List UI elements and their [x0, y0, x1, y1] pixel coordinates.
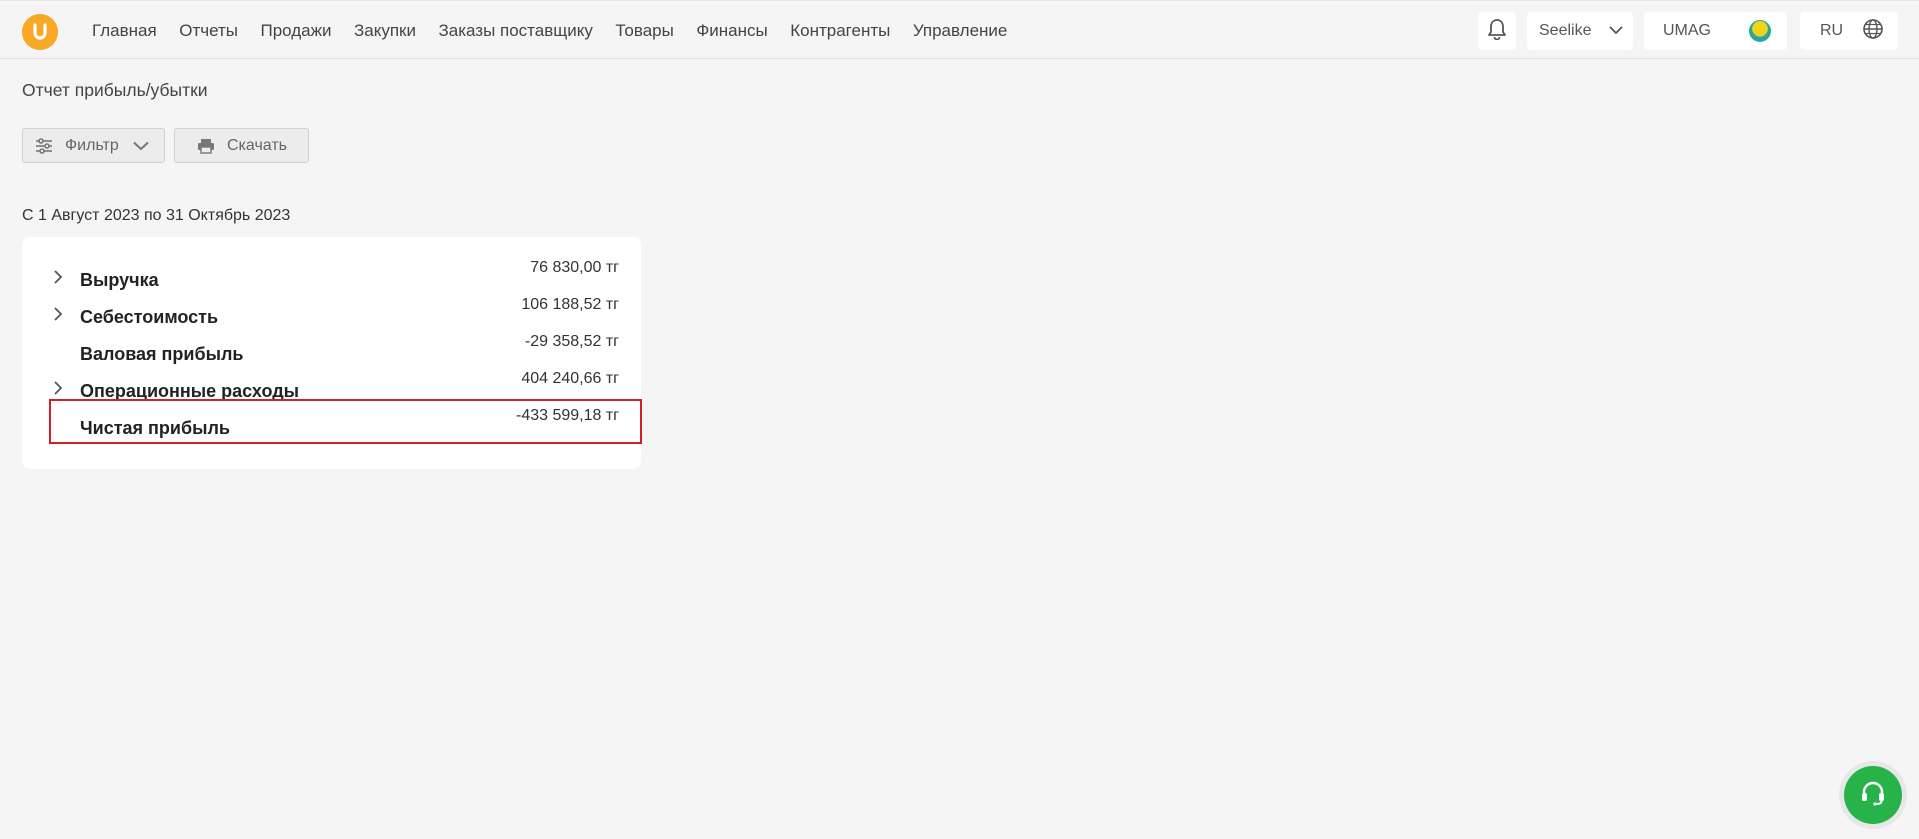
- chevron-down-icon: [133, 141, 149, 151]
- report-row-value: 106 188,52 тг: [521, 296, 619, 313]
- support-chat-button[interactable]: [1844, 766, 1902, 824]
- shop-selector[interactable]: UMAG: [1644, 12, 1787, 50]
- report-row-value: -29 358,52 тг: [524, 333, 619, 350]
- filter-icon: [35, 137, 53, 155]
- notifications-button[interactable]: [1478, 12, 1516, 50]
- nav-item-management[interactable]: Управление: [913, 21, 1008, 41]
- headset-icon: [1858, 778, 1888, 813]
- chevron-down-icon: [1609, 22, 1623, 40]
- nav-item-finance[interactable]: Финансы: [696, 21, 767, 41]
- profit-loss-card: Выручка 76 830,00 тг Себестоимость 106 1…: [22, 237, 641, 469]
- report-row-label: Чистая прибыль: [80, 418, 230, 438]
- company-selector[interactable]: Seelike: [1527, 12, 1633, 50]
- report-row-value: 404 240,66 тг: [521, 370, 619, 387]
- nav-item-purchases[interactable]: Закупки: [354, 21, 416, 41]
- report-row-value: 76 830,00 тг: [530, 259, 619, 276]
- report-row-label: Валовая прибыль: [80, 344, 244, 364]
- report-row-gross-profit: Валовая прибыль -29 358,52 тг: [22, 333, 641, 370]
- report-row-label: Операционные расходы: [80, 381, 300, 401]
- chevron-right-icon[interactable]: [50, 380, 66, 396]
- report-row-label: Выручка: [80, 270, 159, 290]
- report-period: С 1 Август 2023 по 31 Октябрь 2023: [22, 207, 291, 224]
- logo-icon[interactable]: [22, 14, 58, 50]
- shop-name: UMAG: [1663, 22, 1711, 39]
- report-row-label: Себестоимость: [80, 307, 219, 327]
- download-label: Скачать: [227, 136, 287, 154]
- printer-icon: [197, 138, 215, 154]
- chevron-right-icon[interactable]: [50, 269, 66, 285]
- report-row-operating-expenses[interactable]: Операционные расходы 404 240,66 тг: [22, 370, 641, 407]
- company-name: Seelike: [1539, 22, 1592, 39]
- main-nav: Главная Отчеты Продажи Закупки Заказы по…: [92, 1, 1007, 60]
- report-row-net-profit: Чистая прибыль -433 599,18 тг: [22, 407, 641, 444]
- language-selector[interactable]: RU: [1800, 12, 1898, 50]
- report-row-value: -433 599,18 тг: [515, 407, 619, 424]
- nav-item-counterparties[interactable]: Контрагенты: [790, 21, 890, 41]
- page-title: Отчет прибыль/убытки: [22, 80, 208, 100]
- filter-button[interactable]: Фильтр: [22, 128, 165, 163]
- nav-item-reports[interactable]: Отчеты: [179, 21, 238, 41]
- shop-flag-icon: [1749, 20, 1771, 42]
- filter-label: Фильтр: [65, 136, 119, 154]
- nav-item-home[interactable]: Главная: [92, 21, 157, 41]
- report-row-revenue[interactable]: Выручка 76 830,00 тг: [22, 259, 641, 296]
- nav-item-supplier-orders[interactable]: Заказы поставщику: [438, 21, 592, 41]
- language-code: RU: [1820, 22, 1844, 39]
- chevron-right-icon[interactable]: [50, 306, 66, 322]
- nav-item-products[interactable]: Товары: [615, 21, 673, 41]
- nav-item-sales[interactable]: Продажи: [260, 21, 331, 41]
- globe-icon: [1862, 18, 1884, 45]
- report-row-cost[interactable]: Себестоимость 106 188,52 тг: [22, 296, 641, 333]
- download-button[interactable]: Скачать: [174, 128, 309, 163]
- bell-icon: [1487, 18, 1507, 45]
- top-navigation-bar: Главная Отчеты Продажи Закупки Заказы по…: [0, 0, 1919, 59]
